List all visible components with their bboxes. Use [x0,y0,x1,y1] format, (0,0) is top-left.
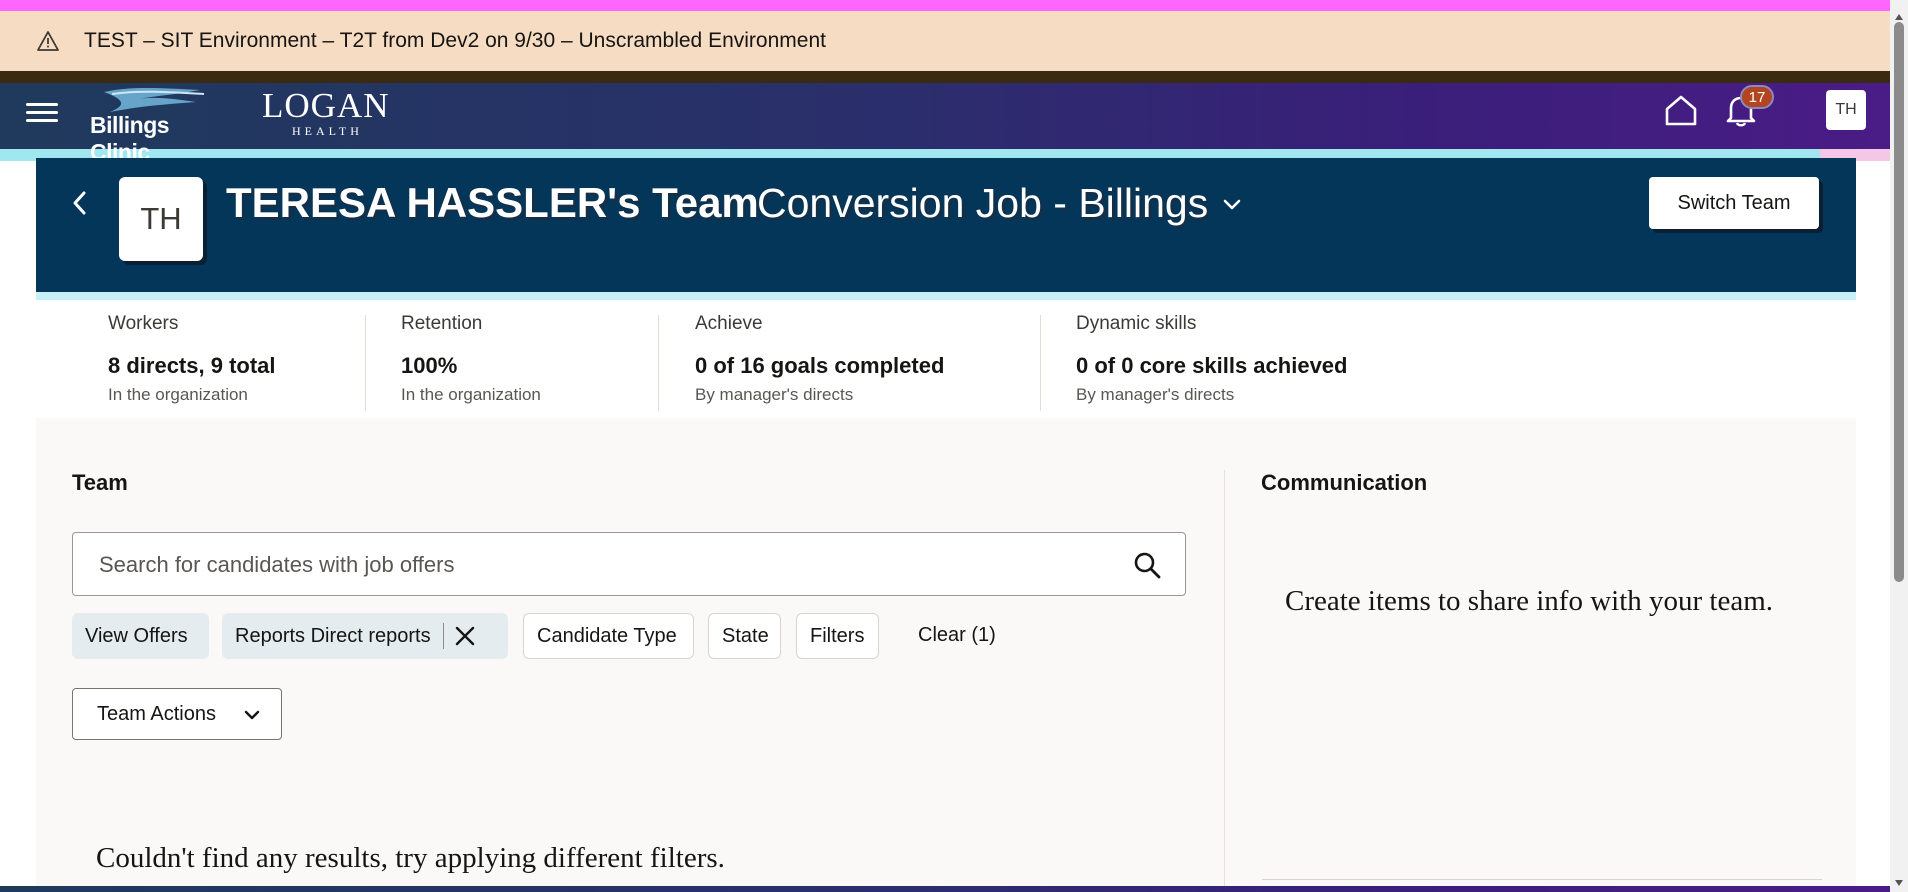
logan-logo-text: LOGAN [262,86,390,125]
chip-label: State [722,624,769,647]
notification-badge: 17 [1740,85,1774,109]
scrollbar-thumb[interactable] [1894,22,1904,582]
team-section-title: Team [72,470,128,495]
team-job-label: Conversion Job - Billings [757,180,1209,226]
chevron-down-icon [1223,199,1241,209]
stat-label: Dynamic skills [1076,313,1197,334]
stat-retention[interactable]: Retention 100% In the organization [401,313,541,405]
stat-achieve[interactable]: Achieve 0 of 16 goals completed By manag… [695,313,944,405]
team-actions-button[interactable]: Team Actions [72,688,282,740]
stat-divider [365,315,366,411]
communication-empty-text: Create items to share info with your tea… [1285,585,1774,617]
chip-separator [442,623,444,649]
stat-sub: By manager's directs [695,385,854,404]
hamburger-icon[interactable] [26,98,58,124]
warning-icon [36,29,60,53]
team-banner-underline [36,292,1856,300]
team-actions-label: Team Actions [97,702,216,725]
scroll-down-icon[interactable] [1894,874,1904,886]
search-input[interactable] [97,533,1101,597]
section-divider [1224,470,1225,892]
close-icon[interactable] [454,625,476,647]
billings-logo-wave-icon [104,88,205,112]
stat-dynamic-skills[interactable]: Dynamic skills 0 of 0 core skills achiev… [1076,313,1347,405]
team-job-selector[interactable]: Conversion Job - Billings [757,180,1242,227]
stat-divider [1040,315,1041,411]
search-icon[interactable] [1132,550,1162,580]
logan-health-logo[interactable]: LOGAN HEALTH [258,86,398,142]
chip-label: View Offers [85,624,188,647]
stat-label: Workers [108,313,179,334]
no-results-message: Couldn't find any results, try applying … [96,842,725,874]
chip-label: Candidate Type [537,624,677,647]
stats-row [36,300,1856,418]
home-icon[interactable] [1663,92,1699,128]
user-avatar[interactable]: TH [1826,90,1866,130]
chip-label: Reports Direct reports [235,624,431,647]
logan-logo-subtext: HEALTH [292,124,363,138]
search-field [72,532,1186,597]
candidate-type-chip[interactable]: Candidate Type [523,613,694,659]
stat-workers[interactable]: Workers 8 directs, 9 total In the organi… [108,313,276,405]
billings-clinic-logo[interactable]: Billings Clinic [88,86,226,165]
filters-chip[interactable]: Filters [796,613,879,659]
stat-divider [658,315,659,411]
stat-sub: In the organization [108,385,248,404]
state-chip[interactable]: State [708,613,781,659]
banner-shadow [0,71,1890,83]
top-accent-strip [0,0,1908,11]
view-offers-chip[interactable]: View Offers [72,613,209,659]
chip-label: Filters [810,624,865,647]
communication-divider [1262,879,1822,880]
environment-banner-text: TEST – SIT Environment – T2T from Dev2 o… [84,29,826,52]
stat-sub: In the organization [401,385,541,404]
scroll-up-icon[interactable] [1894,8,1904,20]
clear-filters-link[interactable]: Clear (1) [918,624,996,647]
communication-section-title: Communication [1261,470,1428,495]
stat-value: 0 of 16 goals completed [695,353,945,378]
environment-banner: TEST – SIT Environment – T2T from Dev2 o… [0,11,1890,71]
direct-reports-chip[interactable]: Reports Direct reports [222,613,508,659]
chevron-down-icon [244,710,260,720]
stat-label: Retention [401,313,483,334]
stat-value: 100% [401,353,458,378]
team-title: TERESA HASSLER's Team [226,179,759,226]
stat-value: 0 of 0 core skills achieved [1076,353,1348,378]
bottom-strip [0,886,1890,892]
team-avatar: TH [119,177,203,261]
stat-sub: By manager's directs [1076,385,1235,404]
stat-value: 8 directs, 9 total [108,353,276,378]
switch-team-button[interactable]: Switch Team [1649,177,1819,229]
back-chevron-icon[interactable] [68,187,92,219]
stat-label: Achieve [695,313,763,334]
